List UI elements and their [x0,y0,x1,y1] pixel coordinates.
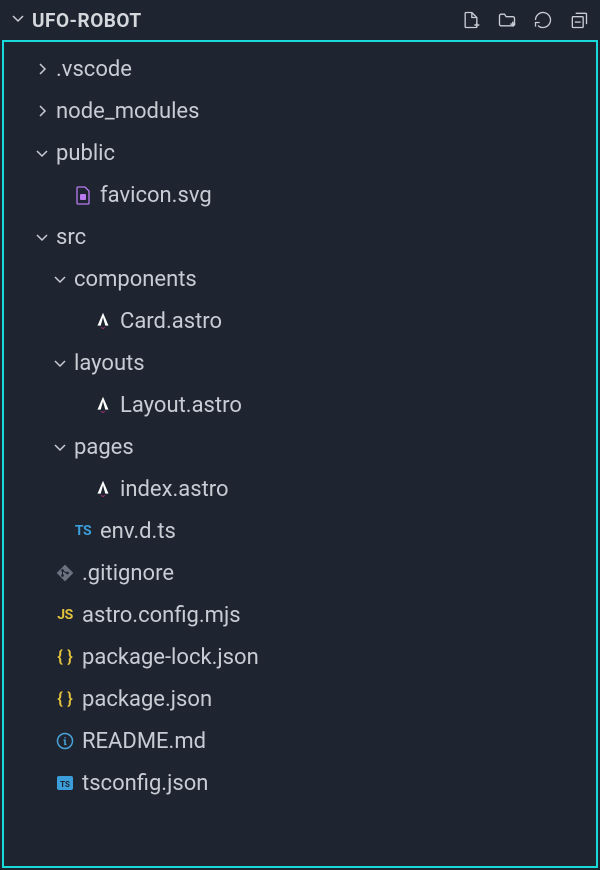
tree-item-label: astro.config.mjs [82,603,241,628]
tree-item-label: .vscode [56,57,132,82]
tree-item-label: package-lock.json [82,645,259,670]
folder-item[interactable]: components [4,258,596,300]
json-icon: { } [52,647,78,667]
astro-icon [90,310,116,332]
file-item[interactable]: Layout.astro [4,384,596,426]
collapse-all-icon[interactable] [568,9,590,31]
header-left[interactable]: UFO-ROBOT [10,9,142,32]
tree-item-label: public [56,141,115,166]
chevron-right-icon [32,103,52,119]
file-item[interactable]: README.md [4,720,596,762]
folder-item[interactable]: .vscode [4,48,596,90]
tree-item-label: node_modules [56,99,199,124]
tree-item-label: layouts [74,351,145,376]
file-item[interactable]: JSastro.config.mjs [4,594,596,636]
tree-item-label: Layout.astro [120,393,242,418]
tree-item-label: README.md [82,729,206,754]
ts-icon: TS [70,523,96,539]
svg-text:TS: TS [60,780,70,789]
git-icon [52,563,78,583]
file-item[interactable]: index.astro [4,468,596,510]
file-item[interactable]: TSenv.d.ts [4,510,596,552]
tsconfig-icon: TS [52,773,78,793]
folder-item[interactable]: node_modules [4,90,596,132]
chevron-down-icon [50,271,70,287]
chevron-down-icon [32,229,52,245]
tree-item-label: Card.astro [120,309,222,334]
tree-item-label: package.json [82,687,212,712]
tree-item-label: favicon.svg [100,183,212,208]
new-file-icon[interactable] [460,9,482,31]
file-item[interactable]: { }package.json [4,678,596,720]
folder-item[interactable]: layouts [4,342,596,384]
file-item[interactable]: .gitignore [4,552,596,594]
chevron-down-icon [50,355,70,371]
tree-item-label: env.d.ts [100,519,176,544]
refresh-icon[interactable] [532,9,554,31]
header-actions [460,9,590,31]
folder-item[interactable]: public [4,132,596,174]
js-icon: JS [52,607,78,623]
astro-icon [90,394,116,416]
tree-item-label: tsconfig.json [82,771,208,796]
svg-icon [70,185,96,205]
info-icon [52,731,78,751]
tree-item-label: components [74,267,197,292]
explorer-header: UFO-ROBOT [0,0,600,40]
tree-item-label: .gitignore [82,561,174,586]
chevron-down-icon [50,439,70,455]
file-item[interactable]: TS tsconfig.json [4,762,596,804]
folder-item[interactable]: pages [4,426,596,468]
file-item[interactable]: { }package-lock.json [4,636,596,678]
file-tree: .vscode node_modulespublic favicon.svg src c… [2,40,598,868]
new-folder-icon[interactable] [496,9,518,31]
tree-item-label: src [56,225,86,250]
json-icon: { } [52,689,78,709]
chevron-right-icon [32,61,52,77]
astro-icon [90,478,116,500]
folder-item[interactable]: src [4,216,596,258]
tree-item-label: index.astro [120,477,229,502]
file-item[interactable]: favicon.svg [4,174,596,216]
chevron-down-icon [32,145,52,161]
chevron-down-icon [10,10,26,30]
project-title: UFO-ROBOT [32,9,142,32]
file-item[interactable]: Card.astro [4,300,596,342]
tree-item-label: pages [74,435,134,460]
